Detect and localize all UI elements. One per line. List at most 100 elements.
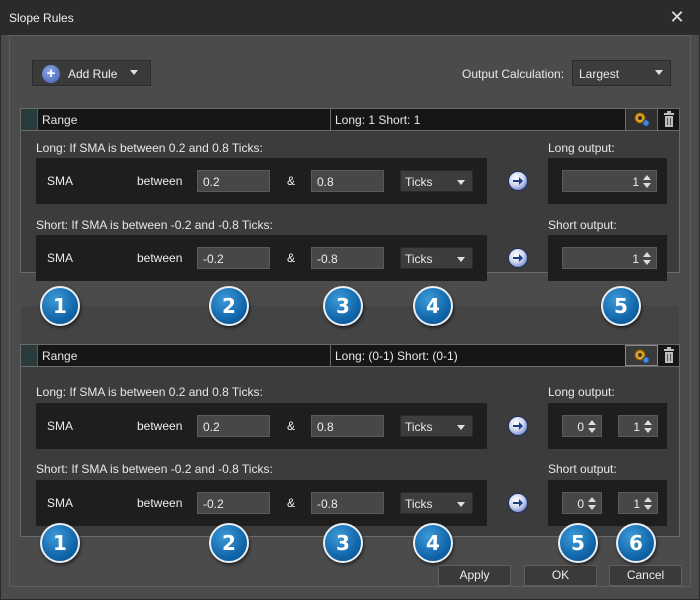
arrow-right-icon[interactable] xyxy=(508,171,528,191)
cancel-button[interactable]: Cancel xyxy=(609,565,682,586)
stepper-down-icon[interactable] xyxy=(643,183,651,188)
indicator-label: SMA xyxy=(47,251,74,265)
stepper-up-icon[interactable] xyxy=(588,497,596,502)
arrow-right-icon[interactable] xyxy=(508,493,528,513)
callout-badge-5: 5 xyxy=(601,286,641,326)
short-lower-value-input[interactable]: -0.2 xyxy=(197,492,270,514)
long-lower-value-input[interactable]: 0.2 xyxy=(197,170,270,192)
short-output-min-stepper[interactable]: 0 xyxy=(562,492,602,514)
short-condition-title: Short: If SMA is between -0.2 and -0.8 T… xyxy=(36,218,273,232)
trash-icon[interactable] xyxy=(661,111,677,129)
short-output-box: 1 xyxy=(548,235,667,281)
short-unit-select[interactable]: Ticks xyxy=(400,492,473,514)
callout-badge-2: 2 xyxy=(209,286,249,326)
chevron-down-icon xyxy=(457,180,465,185)
rule-2: Range Long: (0-1) Short: (0-1) Long: If … xyxy=(20,344,680,537)
operator-label: between xyxy=(137,174,183,188)
unit-value: Ticks xyxy=(405,497,433,511)
long-condition-row: SMA between 0.2 & 0.8 Ticks xyxy=(36,403,487,449)
stepper-value: 1 xyxy=(632,252,639,266)
rule-long-short-summary: Long: 1 Short: 1 xyxy=(335,113,421,127)
ok-button[interactable]: OK xyxy=(524,565,597,586)
chevron-down-icon xyxy=(457,502,465,507)
window-title: Slope Rules xyxy=(9,11,74,25)
short-unit-select[interactable]: Ticks xyxy=(400,247,473,269)
stepper-up-icon[interactable] xyxy=(643,252,651,257)
long-output-min-stepper[interactable]: 0 xyxy=(562,415,602,437)
operator-label: between xyxy=(137,251,183,265)
trash-icon[interactable] xyxy=(661,347,677,365)
long-unit-select[interactable]: Ticks xyxy=(400,170,473,192)
short-output-label: Short output: xyxy=(548,462,617,476)
short-condition-title: Short: If SMA is between -0.2 and -0.8 T… xyxy=(36,462,273,476)
callout-badge-4: 4 xyxy=(413,523,453,563)
operator-label: between xyxy=(137,496,183,510)
stepper-up-icon[interactable] xyxy=(644,497,652,502)
rule-header: Range Long: 1 Short: 1 xyxy=(21,109,679,131)
long-condition-title: Long: If SMA is between 0.2 and 0.8 Tick… xyxy=(36,141,263,155)
long-upper-value-input[interactable]: 0.8 xyxy=(311,170,384,192)
long-output-label: Long output: xyxy=(548,141,615,155)
stepper-up-icon[interactable] xyxy=(588,420,596,425)
callout-badge-1: 1 xyxy=(40,286,80,326)
stepper-value: 0 xyxy=(577,420,584,434)
short-output-max-stepper[interactable]: 1 xyxy=(618,492,658,514)
short-upper-value-input[interactable]: -0.8 xyxy=(311,247,384,269)
unit-value: Ticks xyxy=(405,420,433,434)
stepper-down-icon[interactable] xyxy=(588,505,596,510)
stepper-down-icon[interactable] xyxy=(644,505,652,510)
long-output-stepper[interactable]: 1 xyxy=(562,170,657,192)
short-upper-value-input[interactable]: -0.8 xyxy=(311,492,384,514)
short-condition-row: SMA between -0.2 & -0.8 Ticks xyxy=(36,480,487,526)
gear-icon[interactable] xyxy=(625,345,658,366)
add-rule-label: Add Rule xyxy=(68,67,118,81)
rule-grip[interactable] xyxy=(21,109,38,130)
arrow-right-icon[interactable] xyxy=(508,248,528,268)
output-calculation-label: Output Calculation: xyxy=(462,67,565,81)
operator-label: between xyxy=(137,419,183,433)
apply-button[interactable]: Apply xyxy=(438,565,511,586)
rule-grip[interactable] xyxy=(21,345,38,366)
stepper-down-icon[interactable] xyxy=(588,428,596,433)
long-output-label: Long output: xyxy=(548,385,615,399)
close-icon[interactable]: ✕ xyxy=(667,7,687,27)
short-output-stepper[interactable]: 1 xyxy=(562,247,657,269)
chevron-down-icon xyxy=(457,425,465,430)
chevron-down-icon xyxy=(130,70,138,75)
output-calculation-value: Largest xyxy=(579,67,620,81)
ampersand-label: & xyxy=(287,251,296,265)
title-bar: Slope Rules ✕ xyxy=(1,1,699,35)
indicator-label: SMA xyxy=(47,174,74,188)
callout-badge-2: 2 xyxy=(209,523,249,563)
stepper-value: 1 xyxy=(633,420,640,434)
stepper-value: 1 xyxy=(632,175,639,189)
chevron-down-icon xyxy=(457,257,465,262)
header-divider xyxy=(330,109,331,130)
add-rule-button[interactable]: + Add Rule xyxy=(32,60,151,86)
arrow-right-icon[interactable] xyxy=(508,416,528,436)
unit-value: Ticks xyxy=(405,175,433,189)
ampersand-label: & xyxy=(287,496,296,510)
unit-value: Ticks xyxy=(405,252,433,266)
output-calculation-select[interactable]: Largest xyxy=(572,60,671,86)
short-condition-row: SMA between -0.2 & -0.8 Ticks xyxy=(36,235,487,281)
long-upper-value-input[interactable]: 0.8 xyxy=(311,415,384,437)
long-output-max-stepper[interactable]: 1 xyxy=(618,415,658,437)
callout-badge-6: 6 xyxy=(616,523,656,563)
long-output-box: 1 xyxy=(548,158,667,204)
short-lower-value-input[interactable]: -0.2 xyxy=(197,247,270,269)
long-condition-row: SMA between 0.2 & 0.8 Ticks xyxy=(36,158,487,204)
stepper-up-icon[interactable] xyxy=(643,175,651,180)
callout-badge-5: 5 xyxy=(558,523,598,563)
callout-badge-3: 3 xyxy=(323,286,363,326)
stepper-up-icon[interactable] xyxy=(644,420,652,425)
short-output-box: 0 1 xyxy=(548,480,667,526)
ampersand-label: & xyxy=(287,174,296,188)
long-unit-select[interactable]: Ticks xyxy=(400,415,473,437)
stepper-down-icon[interactable] xyxy=(644,428,652,433)
long-lower-value-input[interactable]: 0.2 xyxy=(197,415,270,437)
long-condition-title: Long: If SMA is between 0.2 and 0.8 Tick… xyxy=(36,385,263,399)
gear-icon[interactable] xyxy=(625,109,658,130)
slope-rules-dialog: Slope Rules ✕ + Add Rule Output Calculat… xyxy=(0,0,700,600)
stepper-down-icon[interactable] xyxy=(643,260,651,265)
